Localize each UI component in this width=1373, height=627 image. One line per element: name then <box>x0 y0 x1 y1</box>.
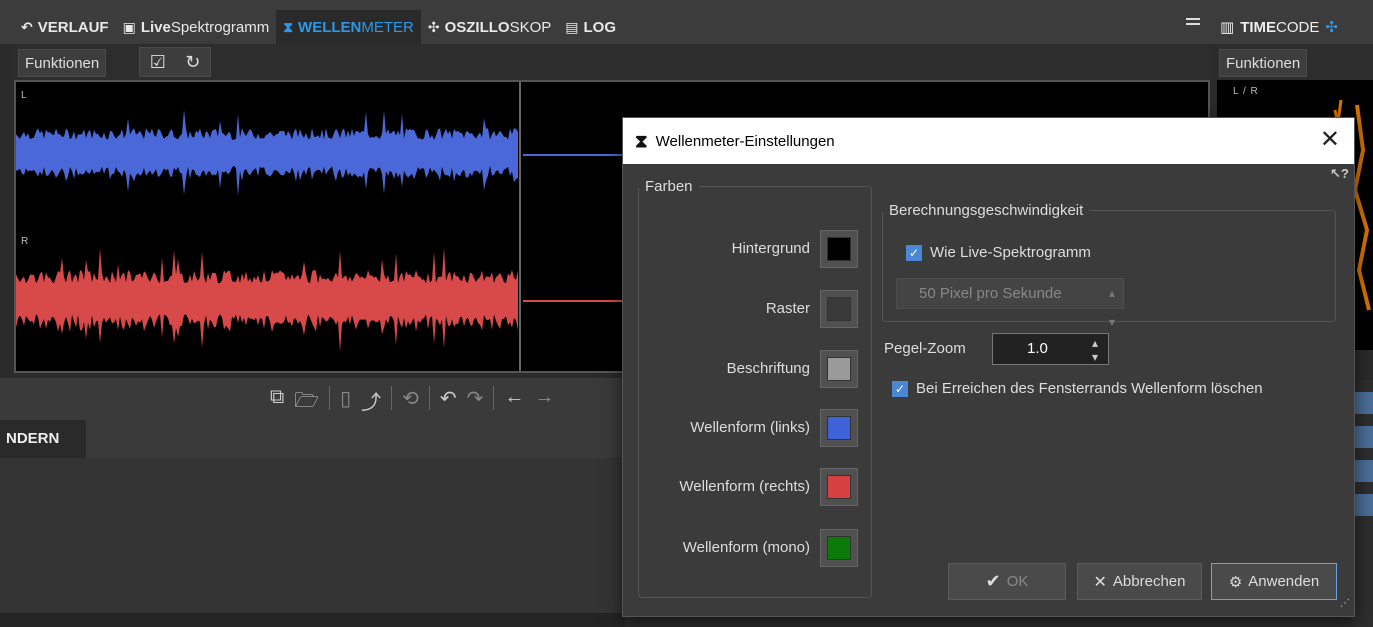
redo-icon[interactable]: ↷ <box>467 386 484 420</box>
transport-icon-group: ⧉ 🗁 ▯ ⤴ ⟲ ↶ ↷ ← → <box>270 386 554 420</box>
right-channel-line <box>523 300 633 302</box>
wellenmeter-toolbar: Funktionen ☑ ↻ <box>14 44 1210 80</box>
close-icon[interactable]: ✕ <box>1320 127 1340 153</box>
playhead-separator <box>519 82 521 371</box>
cancel-button[interactable]: ✕ Abbrechen <box>1077 563 1202 600</box>
undo-history-icon: ↶ <box>21 18 33 35</box>
checkbox-checked-icon: ✓ <box>906 244 922 261</box>
button-label: Anwenden <box>1248 573 1320 590</box>
resize-grip-icon[interactable]: ⋰ <box>1340 598 1351 609</box>
help-icon[interactable]: ↖? <box>1330 166 1349 182</box>
lower-tab-bar: NDERN <box>0 420 625 458</box>
button-label: OK <box>1006 573 1029 590</box>
tab-label: LOG <box>583 18 617 36</box>
color-label: Hintergrund <box>731 240 810 257</box>
color-swatch-wave-right[interactable] <box>820 468 858 506</box>
speed-group-label: Berechnungsgeschwindigkeit <box>889 202 1084 219</box>
functions-button-right[interactable]: Funktionen <box>1219 49 1308 77</box>
functions-button[interactable]: Funktionen <box>18 49 107 77</box>
color-swatch-wave-left[interactable] <box>820 409 858 447</box>
timecode-icon: ▥ <box>1220 19 1235 36</box>
color-row-wave-mono: Wellenform (mono) <box>640 529 858 569</box>
status-strip <box>0 613 625 627</box>
insert-icon[interactable]: ⤴ <box>361 386 381 420</box>
timecode-toolbar: Funktionen <box>1217 44 1373 80</box>
tab-log[interactable]: ▤ LOG <box>558 10 623 44</box>
color-row-grid: Raster <box>640 290 858 330</box>
waveform-icon: ⧗ <box>283 18 294 35</box>
waveform-graph <box>16 109 518 352</box>
dialog-titlebar[interactable]: ⧗ Wellenmeter-Einstellungen ✕ <box>623 118 1354 164</box>
tab-livespektrogramm[interactable]: ▣ LiveSpektrogramm <box>116 10 277 44</box>
color-label: Wellenform (links) <box>690 419 810 436</box>
tab-timecode[interactable]: ▥ TIMECODE ✣ <box>1214 10 1344 44</box>
color-row-labels: Beschriftung <box>640 350 858 390</box>
color-row-wave-left: Wellenform (links) <box>640 409 858 449</box>
tab-verlauf[interactable]: ↶ VERLAUF <box>14 10 116 44</box>
color-swatch-labels[interactable] <box>820 350 858 388</box>
spin-arrows-icon: ▴ ▾ <box>1108 286 1115 329</box>
level-zoom-spinbox[interactable]: 1.0 ▴ ▾ <box>992 333 1109 365</box>
color-label: Wellenform (rechts) <box>679 478 810 495</box>
clear-at-edge-checkbox[interactable]: ✓ Bei Erreichen des Fensterrands Wellenf… <box>892 380 1263 397</box>
arrow-right-icon[interactable]: → <box>534 386 554 420</box>
checkbox-checked-icon: ✓ <box>892 380 908 397</box>
gears-icon: ⚙ <box>1228 573 1243 591</box>
button-label: Abbrechen <box>1112 573 1186 590</box>
left-channel-line <box>523 154 633 156</box>
tab-label: OSZILLOSKOP <box>444 18 552 36</box>
tab-aendern[interactable]: NDERN <box>0 420 86 458</box>
level-zoom-label: Pegel-Zoom <box>884 340 966 357</box>
spectrogram-icon: ▣ <box>122 18 136 35</box>
lower-panel <box>0 458 625 627</box>
color-swatch-wave-mono[interactable] <box>820 529 858 567</box>
color-label: Beschriftung <box>726 360 810 377</box>
waveform-icon: ⧗ <box>635 130 648 151</box>
refresh-icon[interactable]: ↻ <box>185 52 200 73</box>
tab-label: VERLAUF <box>37 18 109 36</box>
tab-wellenmeter[interactable]: ⧗ WELLENMETER <box>276 10 421 44</box>
oscilloscope-icon: ✣ <box>1325 19 1338 36</box>
open-folder-icon[interactable]: 🗁 <box>294 386 319 420</box>
bookmark-icon[interactable]: ▯ <box>340 386 351 420</box>
new-window-icon[interactable]: ⧉ <box>270 386 284 420</box>
cross-icon: ✕ <box>1093 573 1107 591</box>
ok-button[interactable]: ✔ OK <box>948 563 1066 600</box>
same-as-spectrogram-checkbox[interactable]: ✓ Wie Live-Spektrogramm <box>906 244 1091 261</box>
color-swatch-grid[interactable] <box>820 290 858 328</box>
color-row-background: Hintergrund <box>640 230 858 270</box>
arrow-left-icon[interactable]: ← <box>504 386 524 420</box>
dialog-title: Wellenmeter-Einstellungen <box>655 132 835 150</box>
color-row-wave-right: Wellenform (rechts) <box>640 468 858 508</box>
right-lower-strip <box>1355 380 1373 627</box>
tab-label: LiveSpektrogramm <box>140 18 270 36</box>
tab-bar: ↶ VERLAUF ▣ LiveSpektrogramm ⧗ WELLENMET… <box>0 0 1373 44</box>
toolbar-icon-group: ☑ ↻ <box>139 47 211 77</box>
oscilloscope-icon: ✣ <box>427 18 440 35</box>
log-icon: ▤ <box>565 18 579 35</box>
speed-value: 50 Pixel pro Sekunde <box>919 285 1062 302</box>
tab-oszilloskop[interactable]: ✣ OSZILLOSKOP <box>421 10 558 44</box>
undo-icon[interactable]: ↶ <box>440 386 457 420</box>
checkbox-label: Bei Erreichen des Fensterrands Wellenfor… <box>916 380 1263 397</box>
zoom-value: 1.0 <box>1027 340 1048 357</box>
apply-button[interactable]: ⚙ Anwenden <box>1211 563 1337 600</box>
color-label: Wellenform (mono) <box>682 539 810 556</box>
colors-group-label: Farben <box>645 178 693 195</box>
tab-strip: ↶ VERLAUF ▣ LiveSpektrogramm ⧗ WELLENMET… <box>14 10 623 44</box>
checkbox-label: Wie Live-Spektrogramm <box>930 244 1091 261</box>
check-icon: ✔ <box>985 571 1001 591</box>
history-icon[interactable]: ⟲ <box>402 386 419 420</box>
check-mark-icon[interactable]: ☑ <box>150 52 166 73</box>
color-label: Raster <box>765 300 810 317</box>
tab-label: WELLENMETER <box>298 18 414 36</box>
spin-arrows-icon[interactable]: ▴ ▾ <box>1092 334 1098 364</box>
tab-menu-icon[interactable] <box>1186 18 1200 30</box>
speed-spinbox: 50 Pixel pro Sekunde ▴ ▾ <box>896 278 1124 329</box>
color-swatch-background[interactable] <box>820 230 858 268</box>
tab-label: TIMECODE <box>1240 18 1320 36</box>
transport-toolbar: ⧉ 🗁 ▯ ⤴ ⟲ ↶ ↷ ← → <box>0 378 625 420</box>
